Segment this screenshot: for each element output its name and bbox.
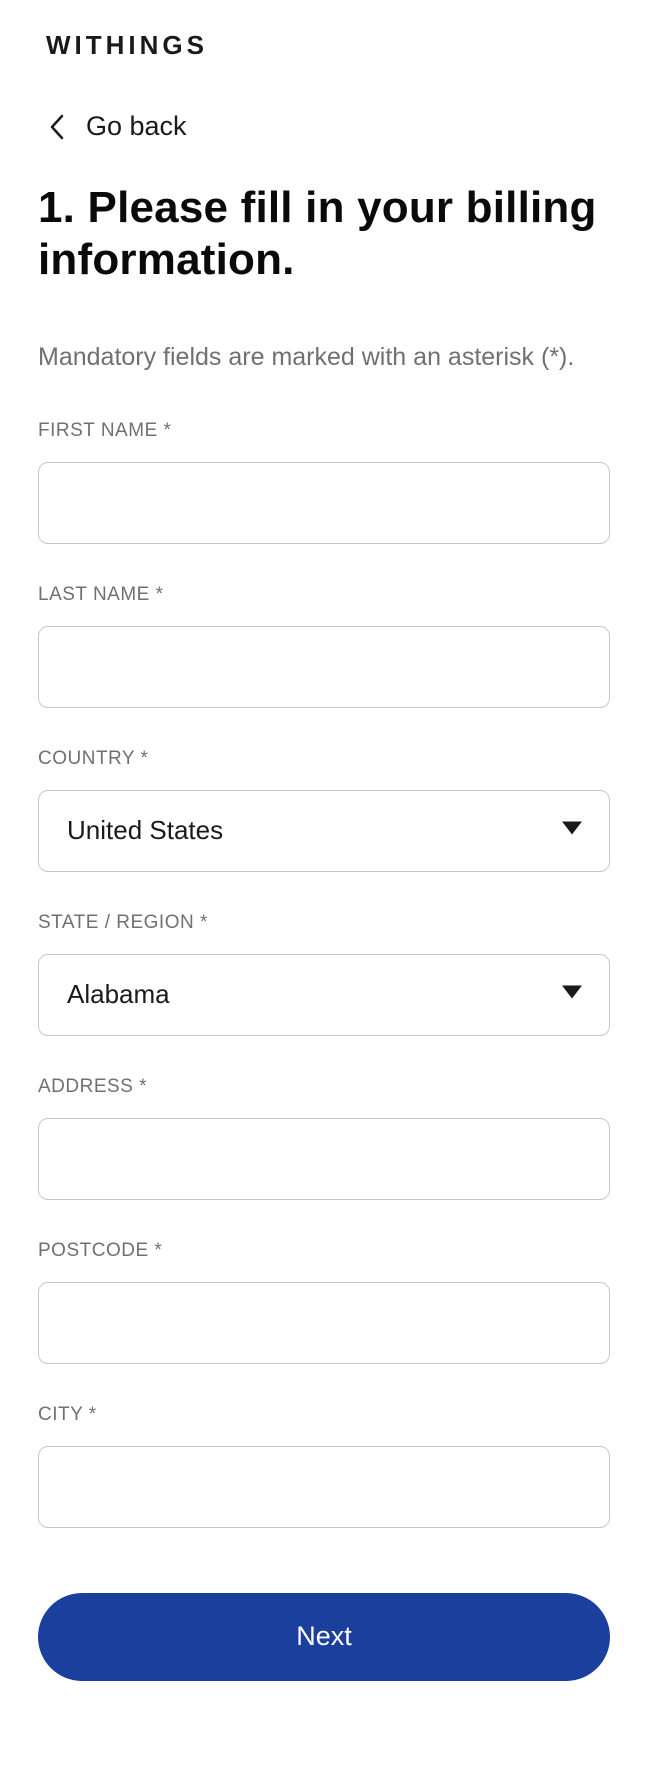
country-select[interactable]: United States	[38, 790, 610, 872]
city-label: CITY *	[38, 1404, 610, 1426]
country-select-value: United States	[67, 815, 223, 846]
last-name-input[interactable]	[38, 626, 610, 708]
mandatory-note: Mandatory fields are marked with an aste…	[38, 341, 610, 375]
last-name-label: LAST NAME *	[38, 584, 610, 606]
go-back-button[interactable]: Go back	[38, 111, 610, 142]
state-select[interactable]: Alabama	[38, 954, 610, 1036]
go-back-label: Go back	[86, 111, 187, 142]
country-label: COUNTRY *	[38, 748, 610, 770]
state-select-value: Alabama	[67, 979, 170, 1010]
first-name-label: FIRST NAME *	[38, 420, 610, 442]
next-button[interactable]: Next	[38, 1593, 610, 1681]
state-label: STATE / REGION *	[38, 912, 610, 934]
city-input[interactable]	[38, 1446, 610, 1528]
chevron-left-icon	[48, 113, 66, 141]
brand-logo: WITHINGS	[46, 30, 610, 61]
first-name-input[interactable]	[38, 462, 610, 544]
postcode-input[interactable]	[38, 1282, 610, 1364]
page-title: 1. Please fill in your billing informati…	[38, 182, 610, 286]
address-label: ADDRESS *	[38, 1076, 610, 1098]
postcode-label: POSTCODE *	[38, 1240, 610, 1262]
address-input[interactable]	[38, 1118, 610, 1200]
